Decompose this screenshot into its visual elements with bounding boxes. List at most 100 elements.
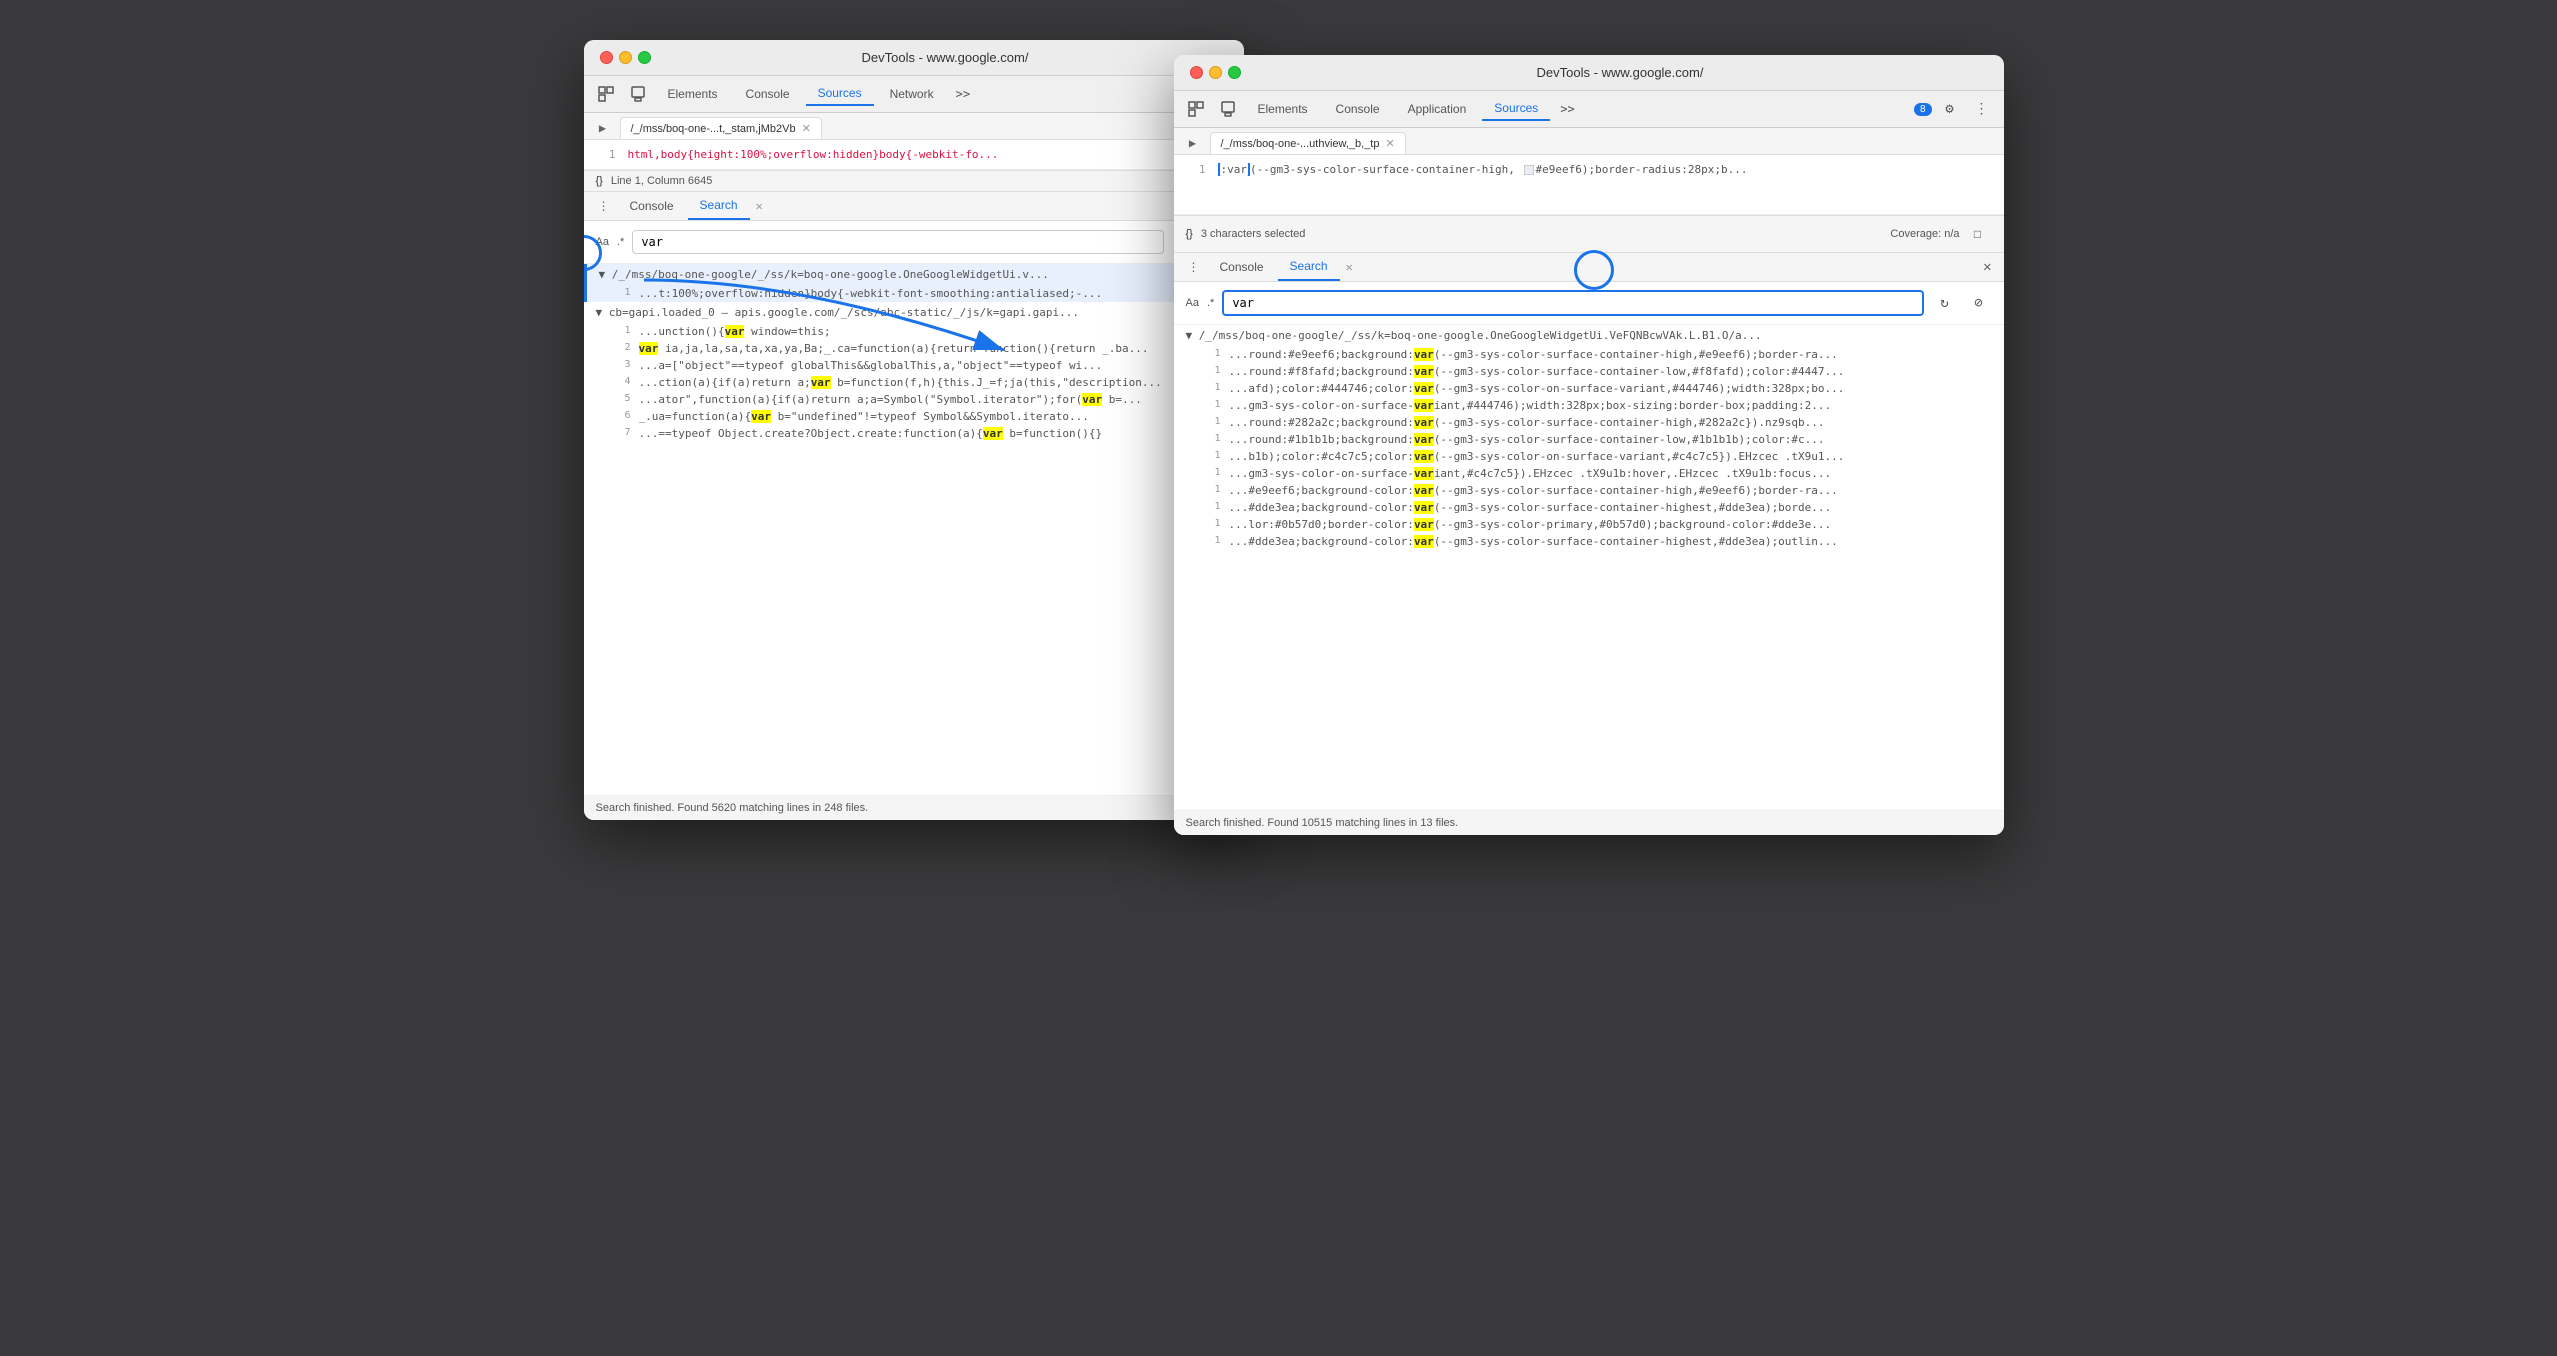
result-row-r-11[interactable]: 1 ...lor:#0b57d0;border-color:var(--gm3-… [1174, 516, 2004, 533]
tab-application-right[interactable]: Application [1396, 98, 1479, 120]
result-row-2-2[interactable]: 2 var ia,ja,la,sa,ta,xa,ya,Ba;_.ca=funct… [584, 340, 1244, 357]
search-results-right[interactable]: ▼ /_/mss/boq-one-google/_/ss/k=boq-one-g… [1174, 325, 2004, 810]
result-row-2-7[interactable]: 7 ...==typeof Object.create?Object.creat… [584, 425, 1244, 442]
result-text: ...a=["object"==typeof globalThis&&globa… [639, 359, 1232, 372]
result-row-2-3[interactable]: 3 ...a=["object"==typeof globalThis&&glo… [584, 357, 1244, 374]
more-options-icon[interactable]: ⋮ [1968, 95, 1996, 123]
panel-tab-search-left[interactable]: Search [688, 192, 750, 220]
format-icon[interactable]: {} [596, 175, 603, 187]
result-text: var ia,ja,la,sa,ta,xa,ya,Ba;_.ca=functio… [639, 342, 1232, 355]
search-case-option-left[interactable]: Aa [596, 236, 609, 248]
devtools-window-left: DevTools - www.google.com/ Elements Cons… [584, 40, 1244, 820]
search-clear-btn-right[interactable]: ⊘ [1966, 290, 1992, 316]
result-line-num: 1 [1205, 416, 1221, 427]
toolbar-right-icons: 8 ⚙ ⋮ [1914, 95, 1996, 123]
result-text: ...ator",function(a){if(a)return a;a=Sym… [639, 393, 1232, 406]
result-row-2-6[interactable]: 6 _.ua=function(a){var b="undefined"!=ty… [584, 408, 1244, 425]
close-button[interactable] [600, 51, 613, 64]
inspect-icon[interactable] [592, 80, 620, 108]
result-row-r-3[interactable]: 1 ...afd);color:#444746;color:var(--gm3-… [1174, 380, 2004, 397]
result-line-num: 6 [615, 410, 631, 421]
tab-console-right[interactable]: Console [1324, 98, 1392, 120]
search-input-left[interactable] [632, 230, 1163, 254]
status-bar-left: {} Line 1, Column 6645 [584, 170, 1244, 192]
result-text: ...unction(){var window=this; [639, 325, 1232, 338]
result-text: ...b1b);color:#c4c7c5;color:var(--gm3-sy… [1229, 450, 1992, 463]
file-tab-name-right: /_/mss/boq-one-...uthview,_b,_tp [1221, 138, 1380, 150]
result-row-r-10[interactable]: 1 ...#dde3ea;background-color:var(--gm3-… [1174, 499, 2004, 516]
search-refresh-btn-right[interactable]: ↻ [1932, 290, 1958, 316]
result-text: ...t:100%;overflow:hidden}body{-webkit-f… [639, 287, 1232, 300]
file-tab-right[interactable]: /_/mss/boq-one-...uthview,_b,_tp ✕ [1210, 132, 1406, 154]
search-input-right[interactable] [1222, 290, 1923, 316]
result-file-header-1-right[interactable]: ▼ /_/mss/boq-one-google/_/ss/k=boq-one-g… [1174, 325, 2004, 346]
more-tabs-icon[interactable]: >> [950, 83, 976, 105]
result-row-r-7[interactable]: 1 ...b1b);color:#c4c7c5;color:var(--gm3-… [1174, 448, 2004, 465]
inspect-icon-right[interactable] [1182, 95, 1210, 123]
result-row-r-2[interactable]: 1 ...round:#f8fafd;background:var(--gm3-… [1174, 363, 2004, 380]
result-row-r-9[interactable]: 1 ...#e9eef6;background-color:var(--gm3-… [1174, 482, 2004, 499]
device-icon-right[interactable] [1214, 95, 1242, 123]
code-line-left: 1 html,body{height:100%;overflow:hidden}… [596, 148, 1232, 161]
result-line-num: 3 [615, 359, 631, 370]
result-file-header-2-left[interactable]: ▼ cb=gapi.loaded_0 — apis.google.com/_/s… [584, 302, 1244, 323]
panel-tab-console-left[interactable]: Console [618, 193, 686, 219]
result-text: ...ction(a){if(a)return a;var b=function… [639, 376, 1232, 389]
result-row-r-6[interactable]: 1 ...round:#1b1b1b;background:var(--gm3-… [1174, 431, 2004, 448]
panel-tab-search-right[interactable]: Search [1278, 253, 1340, 281]
title-bar-left: DevTools - www.google.com/ [584, 40, 1244, 76]
coverage-icon[interactable]: □ [1964, 220, 1992, 248]
minimize-button-right[interactable] [1209, 66, 1222, 79]
var-highlight-box: :var [1218, 163, 1251, 176]
tab-sources-right[interactable]: Sources [1482, 97, 1550, 121]
result-row-r-12[interactable]: 1 ...#dde3ea;background-color:var(--gm3-… [1174, 533, 2004, 550]
result-row-2-4[interactable]: 4 ...ction(a){if(a)return a;var b=functi… [584, 374, 1244, 391]
panel-tab-console-right[interactable]: Console [1208, 254, 1276, 280]
result-line-num: 1 [1205, 535, 1221, 546]
tab-elements-right[interactable]: Elements [1246, 98, 1320, 120]
minimize-button[interactable] [619, 51, 632, 64]
more-tabs-icon-right[interactable]: >> [1554, 98, 1580, 120]
search-results-left[interactable]: ▼ /_/mss/boq-one-google/_/ss/k=boq-one-g… [584, 264, 1244, 795]
search-area-left: Aa .* ↻ ⊘ [584, 221, 1244, 264]
file-tab-close[interactable]: ✕ [802, 122, 811, 135]
color-swatch [1524, 165, 1534, 175]
result-text: ...round:#f8fafd;background:var(--gm3-sy… [1229, 365, 1992, 378]
file-tab-close-right[interactable]: ✕ [1385, 137, 1394, 150]
close-panel-btn-right[interactable]: ✕ [1979, 255, 1995, 279]
expand-panel-icon-right[interactable]: ▶ [1182, 132, 1204, 154]
tab-sources[interactable]: Sources [806, 82, 874, 106]
tab-network[interactable]: Network [878, 83, 946, 105]
result-row-2-1[interactable]: 1 ...unction(){var window=this; [584, 323, 1244, 340]
result-line-num: 1 [1205, 501, 1221, 512]
close-button-right[interactable] [1190, 66, 1203, 79]
tab-elements[interactable]: Elements [656, 83, 730, 105]
file-tabs-right: ▶ /_/mss/boq-one-...uthview,_b,_tp ✕ [1174, 128, 2004, 155]
result-row-r-5[interactable]: 1 ...round:#282a2c;background:var(--gm3-… [1174, 414, 2004, 431]
maximize-button-right[interactable] [1228, 66, 1241, 79]
result-row-r-1[interactable]: 1 ...round:#e9eef6;background:var(--gm3-… [1174, 346, 2004, 363]
result-row-r-8[interactable]: 1 ...gm3-sys-color-on-surface-variant,#c… [1174, 465, 2004, 482]
panel-close-right[interactable]: ✕ [1342, 254, 1357, 280]
notification-badge: 8 [1914, 103, 1932, 116]
panel-menu-icon-right[interactable]: ⋮ [1182, 255, 1206, 279]
device-icon[interactable] [624, 80, 652, 108]
search-regex-option-left[interactable]: .* [617, 236, 624, 248]
panel-menu-icon-left[interactable]: ⋮ [592, 194, 616, 218]
result-row-1-1[interactable]: 1 ...t:100%;overflow:hidden}body{-webkit… [584, 285, 1244, 302]
result-file-header-1-left[interactable]: ▼ /_/mss/boq-one-google/_/ss/k=boq-one-g… [584, 264, 1244, 285]
maximize-button[interactable] [638, 51, 651, 64]
result-row-2-5[interactable]: 5 ...ator",function(a){if(a)return a;a=S… [584, 391, 1244, 408]
tab-console[interactable]: Console [734, 83, 802, 105]
result-row-r-4[interactable]: 1 ...gm3-sys-color-on-surface-variant,#4… [1174, 397, 2004, 414]
format-icon-right[interactable]: {} [1186, 228, 1193, 240]
search-regex-option-right[interactable]: .* [1207, 297, 1214, 309]
search-case-option-right[interactable]: Aa [1186, 297, 1199, 309]
panel-close-left[interactable]: ✕ [752, 193, 767, 219]
result-text: ...#dde3ea;background-color:var(--gm3-sy… [1229, 535, 1992, 548]
file-tab-left[interactable]: /_/mss/boq-one-...t,_stam,jMb2Vb ✕ [620, 117, 822, 139]
result-line-num: 1 [1205, 467, 1221, 478]
expand-panel-icon[interactable]: ▶ [592, 117, 614, 139]
settings-icon[interactable]: ⚙ [1936, 95, 1964, 123]
search-footer-right: Search finished. Found 10515 matching li… [1174, 810, 2004, 835]
